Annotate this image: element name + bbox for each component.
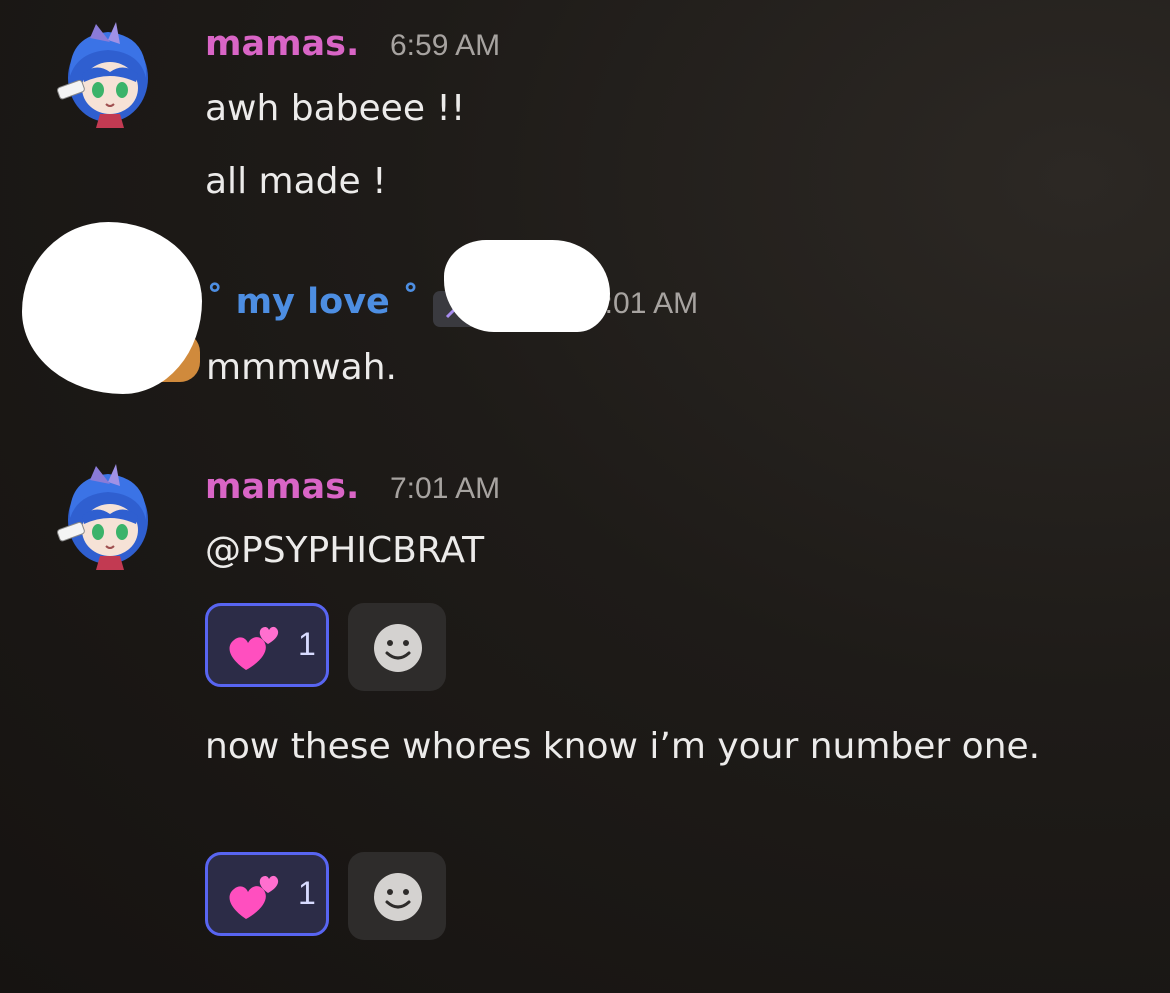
message-text: all made ! bbox=[205, 161, 387, 202]
avatar[interactable] bbox=[50, 16, 162, 128]
message-text: mmmwah. bbox=[206, 347, 397, 388]
message-text-content: now these whores know i’m your number on… bbox=[205, 726, 1041, 767]
author-name[interactable]: ˚ my love ˚ bbox=[206, 282, 419, 322]
reaction-button[interactable]: 1 bbox=[205, 852, 329, 936]
add-reaction-button[interactable] bbox=[348, 603, 446, 691]
author-name[interactable]: mamas. bbox=[205, 24, 359, 64]
timestamp: 6:59 AM bbox=[390, 29, 501, 62]
message-text: now these whores know i’m your number on… bbox=[205, 715, 1085, 779]
avatar[interactable] bbox=[50, 458, 162, 570]
timestamp: 7:01 AM bbox=[390, 472, 501, 505]
mention-text[interactable]: @PSYPHICBRAT bbox=[205, 530, 484, 571]
smiley-icon bbox=[374, 624, 422, 672]
redaction-mask bbox=[22, 222, 202, 394]
smiley-icon bbox=[374, 873, 422, 921]
message-text: awh babeee !! bbox=[205, 88, 466, 129]
reaction-count: 1 bbox=[298, 875, 316, 911]
reaction-button[interactable]: 1 bbox=[205, 603, 329, 687]
reaction-count: 1 bbox=[298, 626, 316, 662]
redaction-mask bbox=[444, 240, 610, 332]
author-name[interactable]: mamas. bbox=[205, 467, 359, 507]
add-reaction-button[interactable] bbox=[348, 852, 446, 940]
two-hearts-icon bbox=[229, 626, 279, 670]
two-hearts-icon bbox=[229, 875, 279, 919]
